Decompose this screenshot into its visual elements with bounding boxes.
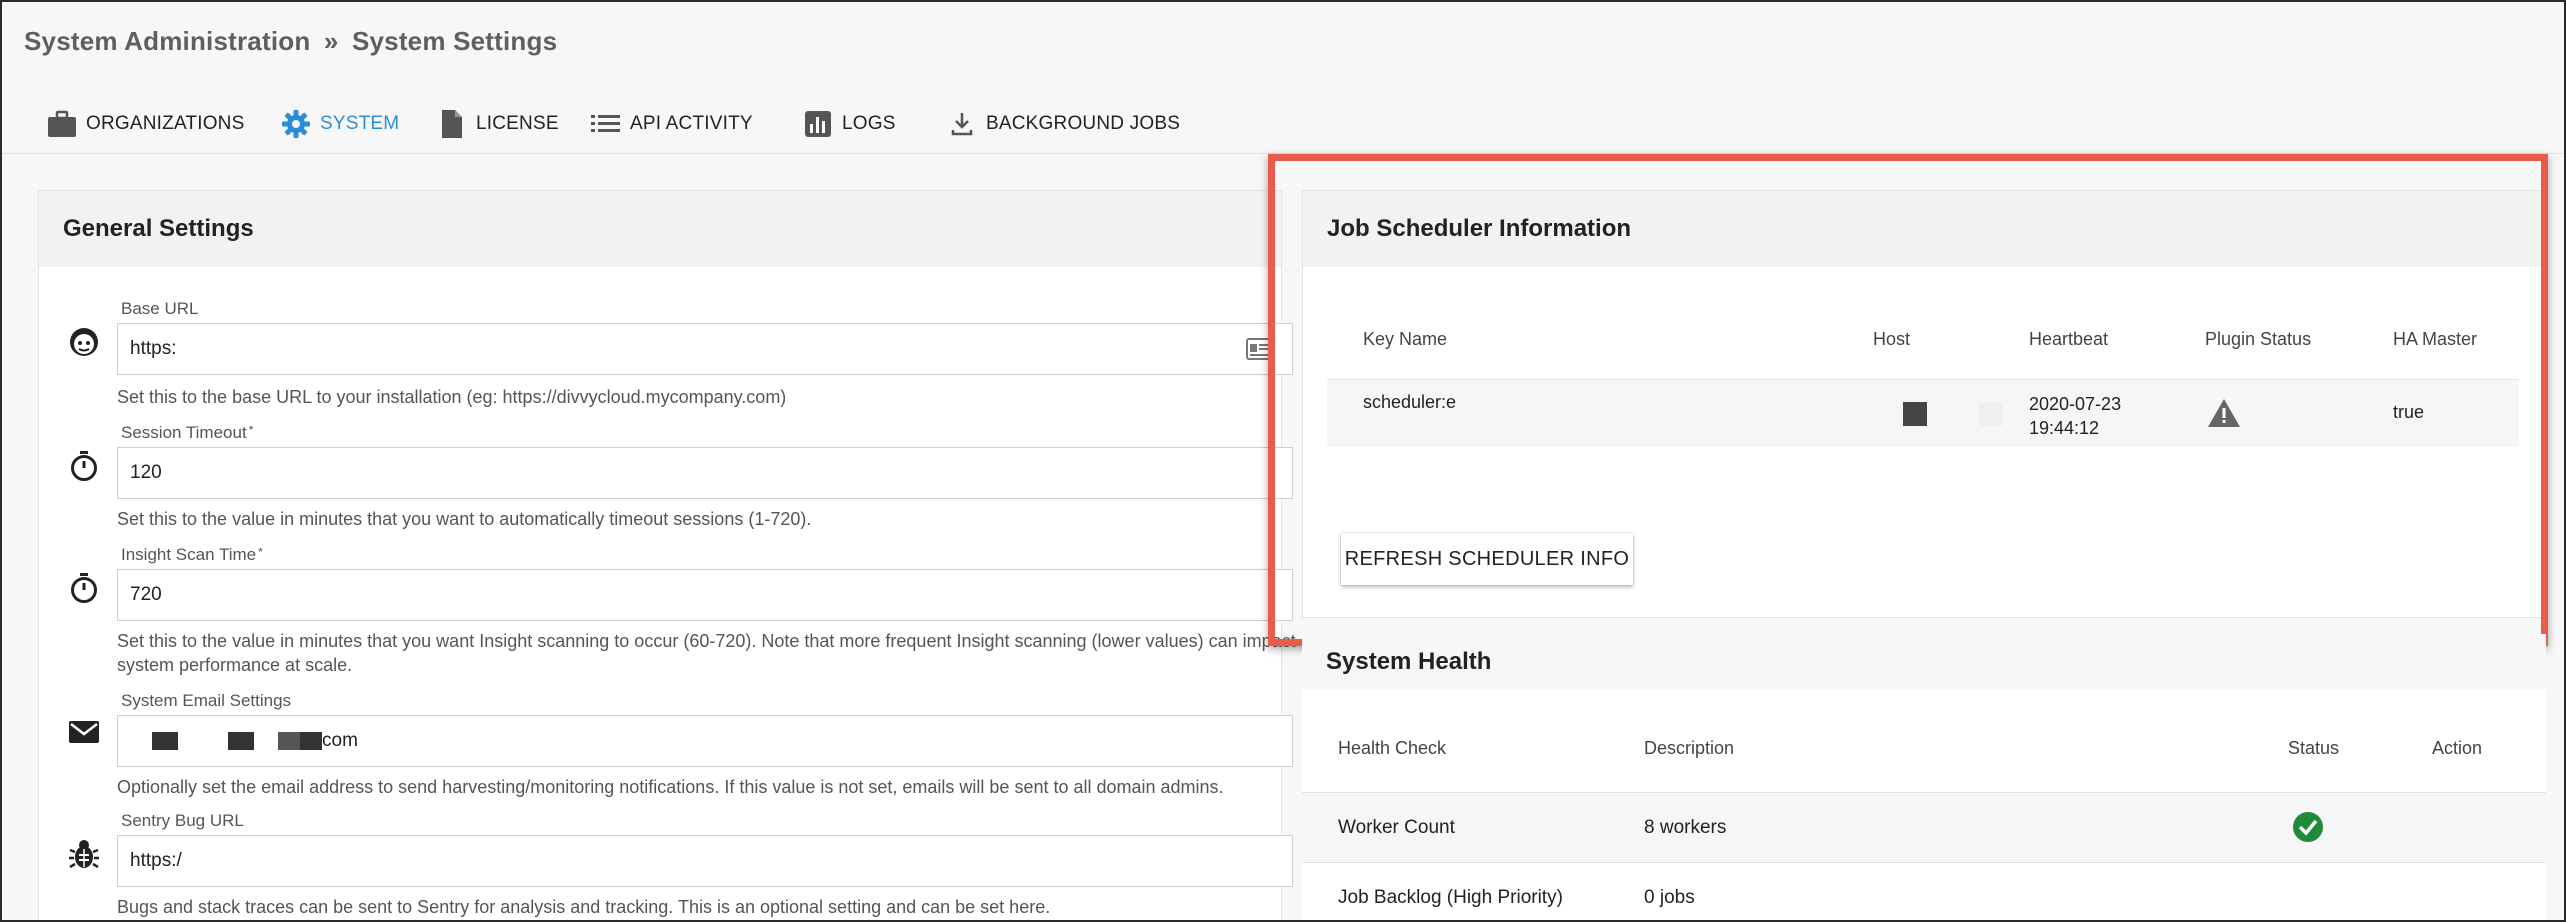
column-ha-master: HA Master (2393, 329, 2478, 349)
base-url-label: Base URL (121, 299, 199, 318)
insight-scan-time-value: 720 (130, 584, 162, 605)
session-timeout-value: 120 (130, 462, 162, 483)
column-health-check: Health Check (1338, 738, 1447, 758)
check-circle-icon (2292, 811, 2324, 849)
table-row: Job Backlog (High Priority) 0 jobs (1302, 862, 2546, 920)
app-frame: System Administration » System Settings … (0, 0, 2566, 922)
tab-organizations-label: ORGANIZATIONS (86, 113, 245, 134)
sentry-bug-url-help: Bugs and stack traces can be sent to Sen… (117, 897, 1051, 917)
tab-organizations[interactable]: ORGANIZATIONS (46, 102, 244, 146)
sentry-bug-url-label: Sentry Bug URL (121, 811, 244, 830)
tab-api-activity[interactable]: API ACTIVITY (590, 102, 753, 146)
health-check-description: 0 jobs (1644, 887, 1695, 908)
gear-icon (280, 108, 312, 140)
general-settings-panel: General Settings Base URL https: Set thi… (38, 190, 1296, 920)
tab-license[interactable]: LICENSE (436, 102, 559, 146)
tab-logs-label: LOGS (842, 113, 896, 134)
table-row: scheduler:e 2020-07-23 19:44:12 true (1327, 379, 2519, 447)
column-key-name: Key Name (1363, 329, 1448, 349)
insight-scan-time-input[interactable]: 720 (117, 569, 1293, 621)
redacted-block (152, 732, 178, 750)
redacted-host-block (1979, 402, 2003, 426)
bar-chart-icon (802, 108, 834, 140)
face-icon (67, 325, 101, 359)
scheduler-heartbeat: 2020-07-23 19:44:12 (2029, 392, 2121, 440)
redacted-block (278, 732, 300, 750)
tab-license-label: LICENSE (476, 113, 559, 134)
briefcase-icon (46, 108, 78, 140)
redacted-block (300, 732, 322, 750)
column-plugin-status: Plugin Status (2205, 329, 2312, 349)
session-timeout-label: Session Timeout * (121, 423, 254, 442)
session-timeout-help: Set this to the value in minutes that yo… (117, 509, 812, 529)
base-url-input[interactable]: https: (117, 323, 1293, 375)
list-icon (590, 108, 622, 140)
health-check-description: 8 workers (1644, 817, 1727, 838)
sentry-bug-url-value: https:/ (130, 850, 182, 871)
breadcrumb-current: System Settings (351, 26, 558, 56)
contact-card-icon[interactable] (1246, 338, 1272, 366)
column-status: Status (2288, 738, 2340, 758)
system-email-input[interactable]: com (117, 715, 1293, 767)
stopwatch-icon (67, 449, 101, 483)
warning-icon (2207, 398, 2241, 433)
breadcrumb: System Administration » System Settings (24, 26, 557, 57)
insight-scan-time-help: Set this to the value in minutes that yo… (117, 631, 1296, 675)
stopwatch-icon (67, 571, 101, 605)
session-timeout-input[interactable]: 120 (117, 447, 1293, 499)
envelope-icon (67, 715, 101, 749)
breadcrumb-separator: » (323, 26, 339, 56)
tab-background-jobs-label: BACKGROUND JOBS (986, 113, 1181, 134)
system-email-help: Optionally set the email address to send… (117, 777, 1224, 797)
scheduler-ha-master: true (2393, 402, 2425, 422)
job-scheduler-title: Job Scheduler Information (1303, 191, 2545, 267)
insight-scan-time-label: Insight Scan Time * (121, 545, 263, 564)
job-scheduler-panel: Job Scheduler Information Key Name Host … (1302, 190, 2546, 618)
tab-bar: ORGANIZATIONS SYSTEM LICENSE API ACTIVIT… (2, 92, 2564, 154)
health-check-name: Job Backlog (High Priority) (1338, 887, 1563, 908)
column-host: Host (1873, 329, 1911, 349)
download-icon (946, 108, 978, 140)
tab-logs[interactable]: LOGS (802, 102, 896, 146)
tab-system-label: SYSTEM (320, 113, 400, 134)
document-icon (436, 108, 468, 140)
heartbeat-date: 2020-07-23 (2029, 394, 2122, 414)
redacted-host-block (1903, 402, 1927, 426)
tab-system[interactable]: SYSTEM (280, 102, 399, 146)
scheduler-key-name: scheduler:e (1363, 392, 1457, 412)
general-settings-title: General Settings (39, 191, 1281, 267)
base-url-help: Set this to the base URL to your install… (117, 387, 787, 407)
breadcrumb-parent[interactable]: System Administration (24, 26, 310, 56)
tab-api-activity-label: API ACTIVITY (630, 113, 753, 134)
health-check-name: Worker Count (1338, 817, 1455, 838)
system-email-label: System Email Settings (121, 691, 292, 710)
system-health-title: System Health (1302, 634, 2546, 690)
redacted-block (228, 732, 254, 750)
column-action: Action (2432, 738, 2483, 758)
tab-background-jobs[interactable]: BACKGROUND JOBS (946, 102, 1180, 146)
column-description: Description (1644, 738, 1735, 758)
table-row: Worker Count 8 workers (1302, 792, 2546, 862)
bug-icon (67, 837, 101, 871)
heartbeat-time: 19:44:12 (2029, 418, 2100, 438)
system-email-value: com (322, 730, 358, 751)
base-url-value: https: (130, 338, 177, 359)
sentry-bug-url-input[interactable]: https:/ (117, 835, 1293, 887)
refresh-scheduler-info-button[interactable]: REFRESH SCHEDULER INFO (1341, 533, 1633, 585)
system-health-panel: System Health Health Check Description S… (1302, 634, 2546, 920)
column-heartbeat: Heartbeat (2029, 329, 2109, 349)
